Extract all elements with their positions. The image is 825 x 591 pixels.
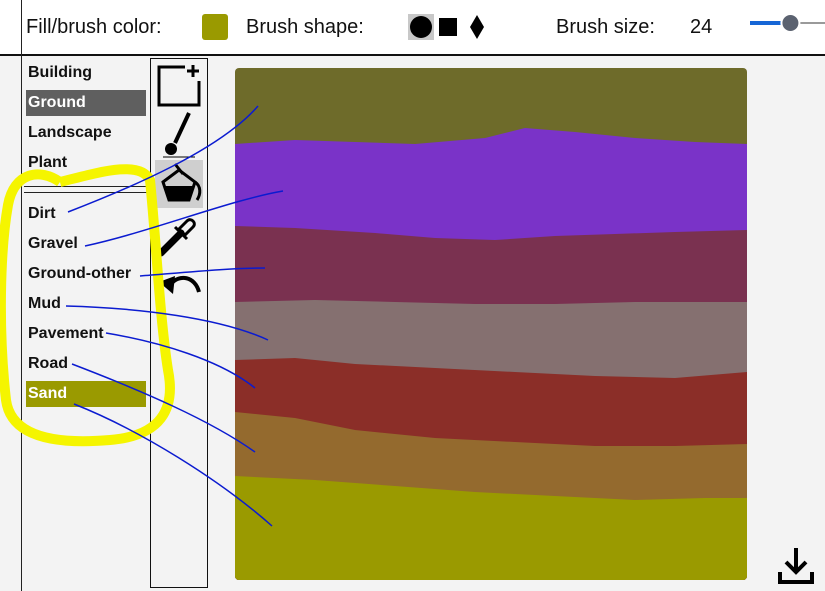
- diamond-icon[interactable]: [464, 14, 490, 40]
- circle-icon[interactable]: [408, 14, 434, 40]
- drawing-canvas[interactable]: [235, 68, 747, 580]
- category-divider: [24, 186, 148, 193]
- category-building[interactable]: Building: [26, 60, 146, 86]
- sub-dirt[interactable]: Dirt: [26, 201, 146, 227]
- tool-strip: [150, 58, 208, 588]
- sub-pavement[interactable]: Pavement: [26, 321, 146, 347]
- fill-color-swatch[interactable]: [202, 14, 228, 40]
- brush-shape-selector: [408, 14, 488, 42]
- brush-size-value: 24: [690, 16, 713, 38]
- sub-mud[interactable]: Mud: [26, 291, 146, 317]
- square-icon[interactable]: [436, 14, 462, 40]
- undo-icon[interactable]: [155, 262, 203, 310]
- category-ground[interactable]: Ground: [26, 90, 146, 116]
- left-edge-line: [21, 0, 22, 591]
- category-landscape[interactable]: Landscape: [26, 120, 146, 146]
- slider-knob[interactable]: [780, 13, 801, 33]
- sub-road[interactable]: Road: [26, 351, 146, 377]
- new-canvas-icon[interactable]: [155, 61, 203, 109]
- sub-ground-other[interactable]: Ground-other: [26, 261, 146, 287]
- fill-color-label: Fill/brush color:: [26, 16, 162, 38]
- sub-sand[interactable]: Sand: [26, 381, 146, 407]
- brush-size-slider[interactable]: [748, 12, 825, 36]
- download-icon[interactable]: [776, 544, 816, 586]
- fill-bucket-icon[interactable]: [155, 160, 203, 208]
- eyedropper-icon[interactable]: [155, 211, 203, 259]
- brush-size-label: Brush size:: [556, 16, 655, 38]
- top-toolbar: Fill/brush color: Brush shape: Brush siz…: [0, 0, 825, 56]
- sub-gravel[interactable]: Gravel: [26, 231, 146, 257]
- brush-shape-label: Brush shape:: [246, 16, 364, 38]
- category-plant[interactable]: Plant: [26, 150, 146, 176]
- brush-icon[interactable]: [155, 111, 203, 159]
